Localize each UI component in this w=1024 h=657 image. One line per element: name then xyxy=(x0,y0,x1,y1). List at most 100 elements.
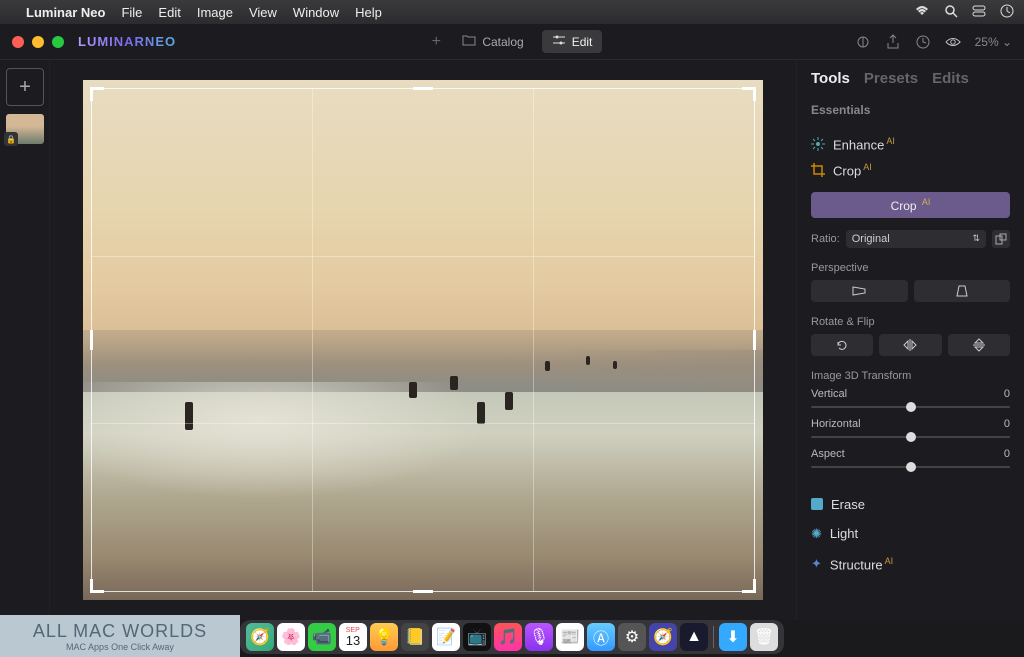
fullscreen-window-button[interactable] xyxy=(52,36,64,48)
app-menu[interactable]: Luminar Neo xyxy=(26,5,105,20)
catalog-label: Catalog xyxy=(482,35,523,49)
window-menu[interactable]: Window xyxy=(293,5,339,20)
main-area: + 🔒 xyxy=(0,60,1024,620)
window-controls xyxy=(12,36,64,48)
ratio-value: Original xyxy=(852,233,890,245)
file-menu[interactable]: File xyxy=(121,5,142,20)
crop-tool[interactable]: CropAI xyxy=(811,157,1010,183)
structure-icon: ✦ xyxy=(811,556,822,572)
dock-safari[interactable]: 🧭 xyxy=(649,623,677,651)
image-menu[interactable]: Image xyxy=(197,5,233,20)
dock-downloads[interactable]: ⬇ xyxy=(719,623,747,651)
dock-photos[interactable]: 🌸 xyxy=(277,623,305,651)
aspect-slider[interactable] xyxy=(811,466,1010,468)
aspect-value: 0 xyxy=(1004,448,1010,460)
enhance-tool[interactable]: EnhanceAI xyxy=(811,131,1010,157)
light-tool[interactable]: ✺ Light xyxy=(811,519,1010,549)
wifi-icon[interactable] xyxy=(914,5,930,20)
dock-news[interactable]: 📰 xyxy=(556,623,584,651)
ratio-select[interactable]: Original ⇅ xyxy=(846,230,986,248)
rotate-orientation-button[interactable] xyxy=(992,230,1010,248)
enhance-label: Enhance xyxy=(833,137,884,152)
erase-icon xyxy=(811,498,823,510)
ai-badge: AI xyxy=(863,162,872,172)
edit-menu[interactable]: Edit xyxy=(158,5,180,20)
edit-label: Edit xyxy=(572,35,593,49)
compare-icon[interactable] xyxy=(855,34,871,50)
dock-tips[interactable]: 💡 xyxy=(370,623,398,651)
app-window: LUMINARNEO + Catalog Edit 25% ⌄ + 🔒 xyxy=(0,24,1024,620)
dock-finder[interactable]: 🧭 xyxy=(246,623,274,651)
horizontal-value: 0 xyxy=(1004,418,1010,430)
lock-icon: 🔒 xyxy=(4,132,18,146)
crop-icon xyxy=(811,163,825,177)
watermark-sublabel: MAC Apps One Click Away xyxy=(66,642,174,652)
edit-mode-button[interactable]: Edit xyxy=(542,30,603,53)
catalog-mode-button[interactable]: Catalog xyxy=(452,30,533,53)
light-icon: ✺ xyxy=(811,526,822,542)
add-photo-button[interactable]: + xyxy=(6,68,44,106)
dock-settings[interactable]: ⚙ xyxy=(618,623,646,651)
flip-vertical-button[interactable] xyxy=(948,334,1010,356)
sliders-icon xyxy=(552,34,566,49)
crop-button[interactable]: Crop AI xyxy=(811,192,1010,218)
vertical-slider[interactable] xyxy=(811,406,1010,408)
essentials-section-title: Essentials xyxy=(811,103,1010,117)
right-panel: Tools Presets Edits Essentials EnhanceAI… xyxy=(796,60,1024,620)
filmstrip: + 🔒 xyxy=(0,60,50,620)
light-label: Light xyxy=(830,526,858,541)
dock-calendar[interactable]: SEP13 xyxy=(339,623,367,651)
chevron-updown-icon: ⇅ xyxy=(972,233,980,244)
dock-notes[interactable]: 📝 xyxy=(432,623,460,651)
history-icon[interactable] xyxy=(915,34,931,50)
dock-tv[interactable]: 📺 xyxy=(463,623,491,651)
tab-presets[interactable]: Presets xyxy=(864,70,918,87)
share-icon[interactable] xyxy=(885,34,901,50)
perspective-label: Perspective xyxy=(811,262,1010,274)
perspective-horizontal-button[interactable] xyxy=(811,280,908,302)
dock-music[interactable]: 🎵 xyxy=(494,623,522,651)
ratio-label: Ratio: xyxy=(811,233,840,245)
dock-appstore[interactable]: Ⓐ xyxy=(587,623,615,651)
horizontal-label: Horizontal xyxy=(811,418,861,430)
panel-tabs: Tools Presets Edits xyxy=(811,70,1010,87)
horizontal-slider[interactable] xyxy=(811,436,1010,438)
dock-separator xyxy=(713,626,714,648)
canvas-area xyxy=(50,60,796,620)
structure-tool[interactable]: ✦ StructureAI xyxy=(811,549,1010,579)
add-icon[interactable]: + xyxy=(428,34,444,50)
folder-icon xyxy=(462,34,476,49)
clock-icon[interactable] xyxy=(1000,4,1014,21)
dock-luminar[interactable]: ▲ xyxy=(680,623,708,651)
erase-tool[interactable]: Erase xyxy=(811,490,1010,519)
flip-horizontal-button[interactable] xyxy=(879,334,941,356)
dock-trash[interactable]: 🗑 xyxy=(750,623,778,651)
transform-label: Image 3D Transform xyxy=(811,370,1010,382)
photo-viewport[interactable] xyxy=(83,80,763,600)
control-center-icon[interactable] xyxy=(972,4,986,21)
tab-edits[interactable]: Edits xyxy=(932,70,969,87)
dock-podcasts[interactable]: 🎙 xyxy=(525,623,553,651)
dock: 🧭 🌸 📹 SEP13 💡 📒 📝 📺 🎵 🎙 📰 Ⓐ ⚙ 🧭 ▲ ⬇ 🗑 xyxy=(240,620,784,654)
zoom-level[interactable]: 25% ⌄ xyxy=(975,35,1012,49)
minimize-window-button[interactable] xyxy=(32,36,44,48)
crop-label: Crop xyxy=(833,164,861,179)
dock-contacts[interactable]: 📒 xyxy=(401,623,429,651)
erase-label: Erase xyxy=(831,497,865,512)
dock-facetime[interactable]: 📹 xyxy=(308,623,336,651)
perspective-vertical-button[interactable] xyxy=(914,280,1011,302)
search-icon[interactable] xyxy=(944,4,958,21)
close-window-button[interactable] xyxy=(12,36,24,48)
eye-icon[interactable] xyxy=(945,34,961,50)
view-menu[interactable]: View xyxy=(249,5,277,20)
tab-tools[interactable]: Tools xyxy=(811,70,850,87)
photo-thumbnail[interactable]: 🔒 xyxy=(6,114,44,144)
app-logo: LUMINARNEO xyxy=(78,34,176,49)
help-menu[interactable]: Help xyxy=(355,5,382,20)
rotate-button[interactable] xyxy=(811,334,873,356)
enhance-icon xyxy=(811,137,825,151)
photo-image xyxy=(83,80,763,600)
structure-label: Structure xyxy=(830,557,883,572)
titlebar: LUMINARNEO + Catalog Edit 25% ⌄ xyxy=(0,24,1024,60)
ai-badge: AI xyxy=(886,136,895,146)
